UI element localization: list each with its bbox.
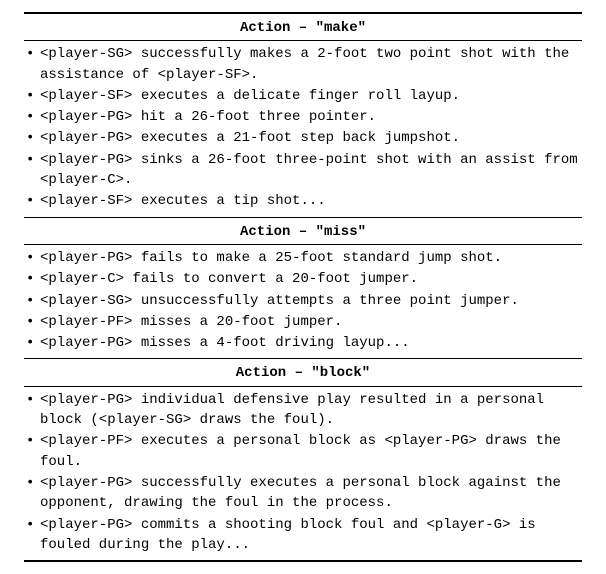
section: Action – "make" <player-SG> successfully … xyxy=(24,12,582,215)
list-item: <player-PF> executes a personal block as… xyxy=(24,431,582,472)
list-item: <player-SG> unsuccessfully attempts a th… xyxy=(24,291,582,311)
item-list: <player-PG> individual defensive play re… xyxy=(24,386,582,558)
list-item: <player-SG> successfully makes a 2-foot … xyxy=(24,44,582,85)
list-item: <player-PG> successfully executes a pers… xyxy=(24,473,582,514)
section: Action – "miss" <player-PG> fails to make… xyxy=(24,217,582,357)
section-title: Action – "make" xyxy=(24,12,582,40)
list-item: <player-PG> executes a 21-foot step back… xyxy=(24,128,582,148)
list-item: <player-PG> individual defensive play re… xyxy=(24,390,582,431)
item-list: <player-SG> successfully makes a 2-foot … xyxy=(24,40,582,214)
list-item: <player-SF> executes a tip shot... xyxy=(24,191,582,211)
list-item: <player-C> fails to convert a 20-foot ju… xyxy=(24,269,582,289)
document-content: Action – "make" <player-SG> successfully … xyxy=(24,12,582,558)
list-item: <player-PG> hit a 26-foot three pointer. xyxy=(24,107,582,127)
list-item: <player-PG> commits a shooting block fou… xyxy=(24,515,582,556)
list-item: <player-PG> misses a 4-foot driving layu… xyxy=(24,333,582,353)
section: Action – "block" <player-PG> individual d… xyxy=(24,358,582,558)
list-item: <player-PG> sinks a 26-foot three-point … xyxy=(24,150,582,191)
section-title: Action – "block" xyxy=(24,358,582,385)
list-item: <player-PG> fails to make a 25-foot stan… xyxy=(24,248,582,268)
bottom-rule xyxy=(24,560,582,562)
list-item: <player-SF> executes a delicate finger r… xyxy=(24,86,582,106)
section-title: Action – "miss" xyxy=(24,217,582,244)
item-list: <player-PG> fails to make a 25-foot stan… xyxy=(24,244,582,356)
list-item: <player-PF> misses a 20-foot jumper. xyxy=(24,312,582,332)
